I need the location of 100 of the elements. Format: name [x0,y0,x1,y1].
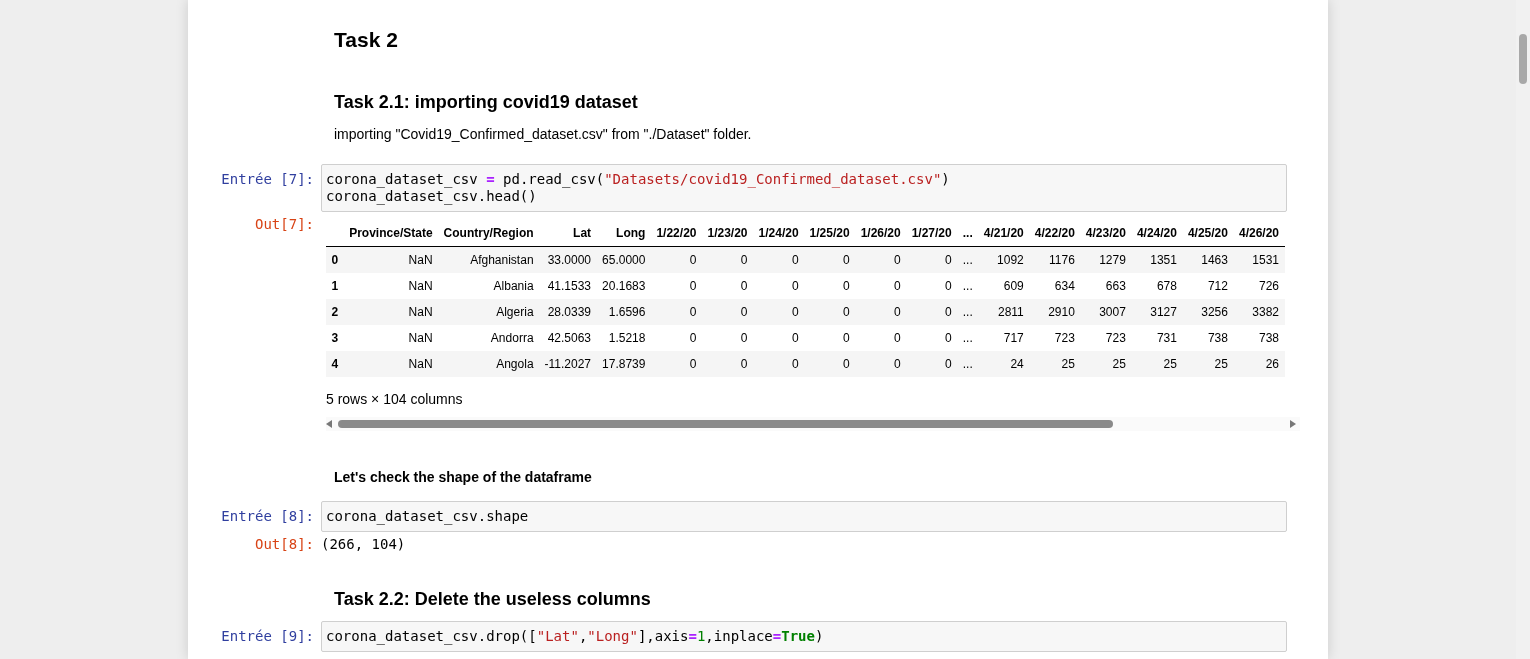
table-cell: 0 [855,351,907,377]
table-cell: ... [957,246,979,273]
scroll-left-icon[interactable] [326,420,332,428]
table-cell: 24 [978,351,1030,377]
table-cell: 731 [1131,325,1183,351]
column-header: 4/25/20 [1182,220,1234,247]
column-header: 4/21/20 [978,220,1030,247]
table-cell: NaN [343,351,439,377]
table-cell: 0 [906,299,958,325]
column-header: 4/23/20 [1080,220,1132,247]
column-header: Long [596,220,651,247]
row-index: 3 [326,325,344,351]
markdown-text: importing "Covid19_Confirmed_dataset.csv" from "./Dataset" folder. [334,125,752,144]
table-cell: ... [957,273,979,299]
column-header: Lat [539,220,597,247]
code-editor[interactable]: corona_dataset_csv.drop(["Lat","Long"],axis=1,inplace=True) [321,621,1287,652]
table-cell: 28.0339 [539,299,597,325]
table-cell: ... [957,351,979,377]
scrollbar-thumb[interactable] [338,420,1113,428]
section-heading: Task 2 [334,27,398,53]
code-editor[interactable]: corona_dataset_csv = pd.read_csv("Datasets/covid19_Confirmed_dataset.csv") corona_dataset_csv.head() [321,164,1287,212]
table-cell: 0 [702,299,754,325]
column-header: ... [957,220,979,247]
table-cell: 3256 [1182,299,1234,325]
column-header: 4/26/20 [1233,220,1285,247]
table-cell: 712 [1182,273,1234,299]
table-cell: 3007 [1080,299,1132,325]
table-cell: 0 [855,299,907,325]
table-cell: 0 [804,325,856,351]
table-cell: 41.1533 [539,273,597,299]
table-cell: NaN [343,246,439,273]
table-cell: 723 [1080,325,1132,351]
table-cell: 1176 [1029,246,1081,273]
table-cell: 717 [978,325,1030,351]
table-cell: 0 [804,273,856,299]
table-cell: 1.6596 [596,299,651,325]
table-cell: 0 [906,325,958,351]
column-header: 4/22/20 [1029,220,1081,247]
row-index: 4 [326,351,344,377]
column-header: 1/27/20 [906,220,958,247]
table-cell: 25 [1029,351,1081,377]
table-cell: 0 [753,273,805,299]
table-cell: 0 [753,325,805,351]
table-cell: 678 [1131,273,1183,299]
table-cell: 0 [753,351,805,377]
output-prompt: Out[8]: [254,536,315,553]
code-editor[interactable]: corona_dataset_csv.shape [321,501,1287,532]
table-cell: 1092 [978,246,1030,273]
table-cell: 0 [855,325,907,351]
table-cell: 0 [702,273,754,299]
column-header: 1/24/20 [753,220,805,247]
column-header: Province/State [343,220,439,247]
row-index: 1 [326,273,344,299]
table-cell: 2910 [1029,299,1081,325]
table-cell: Afghanistan [438,246,540,273]
markdown-text: Let's check the shape of the dataframe [334,468,592,487]
table-cell: 1279 [1080,246,1132,273]
output-prompt: Out[7]: [254,216,315,233]
table-cell: 0 [650,273,702,299]
table-cell: 25 [1131,351,1183,377]
table-cell: 3127 [1131,299,1183,325]
table-cell: 0 [650,299,702,325]
table-cell: 33.0000 [539,246,597,273]
table-cell: 0 [702,325,754,351]
table-cell: 0 [804,246,856,273]
table-cell: 20.1683 [596,273,651,299]
table-cell: 738 [1233,325,1285,351]
horizontal-scrollbar[interactable] [326,417,1300,431]
column-header: 1/26/20 [855,220,907,247]
table-cell: Algeria [438,299,540,325]
section-heading: Task 2.2: Delete the useless columns [334,588,651,611]
table-cell: 1351 [1131,246,1183,273]
column-header: Country/Region [438,220,540,247]
table-cell: 1463 [1182,246,1234,273]
input-prompt: Entrée [7]: [220,170,315,188]
row-index: 0 [326,246,344,273]
column-header: 1/23/20 [702,220,754,247]
table-cell: 0 [804,351,856,377]
table-cell: 3382 [1233,299,1285,325]
table-cell: 0 [753,246,805,273]
table-cell: 0 [906,273,958,299]
scrollbar-thumb[interactable] [1519,34,1527,84]
table-cell: Andorra [438,325,540,351]
table-cell: -11.2027 [539,351,597,377]
column-header: 1/25/20 [804,220,856,247]
scroll-right-icon[interactable] [1290,420,1296,428]
table-cell: 0 [702,351,754,377]
input-prompt: Entrée [9]: [220,627,315,645]
table-cell: 0 [906,246,958,273]
table-cell: 0 [906,351,958,377]
table-cell: 738 [1182,325,1234,351]
table-cell: 0 [702,246,754,273]
table-cell: 726 [1233,273,1285,299]
table-cell: NaN [343,325,439,351]
table-cell: 2811 [978,299,1030,325]
table-cell: 0 [804,299,856,325]
table-cell: 1.5218 [596,325,651,351]
table-cell: 26 [1233,351,1285,377]
table-cell: 634 [1029,273,1081,299]
row-index: 2 [326,299,344,325]
